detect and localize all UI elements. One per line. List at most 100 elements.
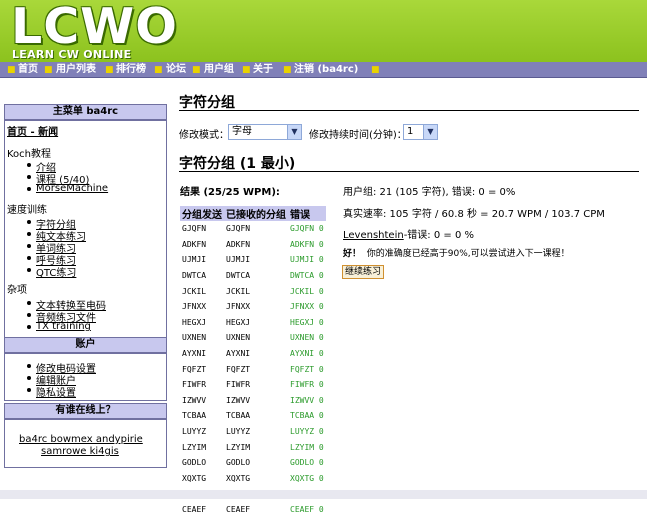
menu-item-forum[interactable]: 论坛 bbox=[166, 62, 186, 77]
bullet bbox=[27, 388, 31, 392]
table-row: UJMJI UJMJI UJMJI 0 bbox=[180, 252, 326, 268]
table-row: FIWFR FIWFR FIWFR 0 bbox=[180, 377, 326, 393]
chevron-down-icon: ▼ bbox=[423, 125, 437, 139]
account-title: 账户 bbox=[4, 337, 167, 353]
online-users-line1[interactable]: ba4rc bowmex andypirie bbox=[19, 434, 143, 445]
table-row: LUYYZ LUYYZ LUYYZ 0 bbox=[180, 424, 326, 440]
cell-sent: LUYYZ bbox=[182, 427, 207, 437]
menu-item-logout[interactable]: 注销 (ba4rc) bbox=[294, 62, 358, 77]
cell-received: FIWFR bbox=[226, 380, 251, 390]
table-row: ADKFN ADKFN ADKFN 0 bbox=[180, 237, 326, 253]
cell-sent: AYXNI bbox=[182, 349, 207, 359]
cell-sent: ADKFN bbox=[182, 239, 207, 249]
cell-received: TCBAA bbox=[226, 411, 251, 421]
sidebar-item-home-news[interactable]: 首页 - 新闻 bbox=[7, 123, 58, 138]
mode-label: 修改模式： bbox=[179, 130, 229, 141]
site-tagline: LEARN CW ONLINE bbox=[12, 48, 132, 61]
cell-received: FQFZT bbox=[226, 364, 251, 374]
sidebar-item-qtc[interactable]: QTC练习 bbox=[36, 264, 76, 279]
mode-select-value: 字母 bbox=[232, 126, 252, 137]
title-rule bbox=[179, 110, 639, 111]
table-row: GJQFN GJQFN GJQFN 0 bbox=[180, 221, 326, 237]
menu-item-home[interactable]: 首页 bbox=[18, 62, 38, 77]
cell-received: JFNXX bbox=[226, 302, 251, 312]
duration-select[interactable]: 1 ▼ bbox=[403, 124, 438, 140]
account-item-privacy[interactable]: 隐私设置 bbox=[36, 384, 76, 399]
koch-heading: Koch教程 bbox=[7, 149, 52, 160]
table-row: GODLO GODLO GODLO 0 bbox=[180, 455, 326, 471]
menu-item-about[interactable]: 关于 bbox=[253, 62, 273, 77]
cell-errors: JCKIL 0 bbox=[290, 286, 324, 296]
bullet bbox=[27, 163, 31, 167]
cell-sent: GODLO bbox=[182, 458, 207, 468]
cell-sent: GJQFN bbox=[182, 224, 207, 234]
cell-received: GODLO bbox=[226, 458, 251, 468]
menu-separator: ■ bbox=[154, 65, 163, 75]
levenshtein-value: -错误: 0 = 0 % bbox=[403, 230, 475, 241]
online-users-line2[interactable]: samrowe ki4gis bbox=[41, 446, 119, 457]
table-row: XQXTG XQXTG XQXTG 0 bbox=[180, 471, 326, 487]
continue-button[interactable]: 继续练习 bbox=[342, 265, 385, 279]
bullet bbox=[27, 232, 31, 236]
speed-stat: 真实速率: 105 字符 / 60.8 秒 = 20.7 WPM / 103.7… bbox=[343, 209, 605, 220]
cell-sent: HEGXJ bbox=[182, 317, 207, 327]
table-row: UXNEN UXNEN UXNEN 0 bbox=[180, 330, 326, 346]
table-row: AYXNI AYXNI AYXNI 0 bbox=[180, 346, 326, 362]
results-table: 分组发送 已接收的分组 错误 GJQFN GJQFN GJQFN 0 ADKFN ADK… bbox=[180, 206, 326, 517]
table-row: DWTCA DWTCA DWTCA 0 bbox=[180, 268, 326, 284]
page-title: 字符分组 bbox=[179, 95, 235, 111]
menu-item-usergroup[interactable]: 用户组 bbox=[204, 62, 234, 77]
cell-errors: UJMJI 0 bbox=[290, 255, 324, 265]
bullet bbox=[27, 313, 31, 317]
bullet bbox=[27, 187, 31, 191]
cell-sent: UXNEN bbox=[182, 333, 207, 343]
menu-item-userlist[interactable]: 用户列表 bbox=[56, 62, 96, 77]
cell-sent: TCBAA bbox=[182, 411, 207, 421]
cell-sent: FQFZT bbox=[182, 364, 207, 374]
cell-errors: TCBAA 0 bbox=[290, 411, 324, 421]
cell-received: CEAEF bbox=[226, 504, 251, 514]
cell-received: JCKIL bbox=[226, 286, 251, 296]
main-menu-box: 首页 - 新闻 Koch教程 介绍 课程 (5/40) MorseMachine… bbox=[4, 120, 167, 338]
section-rule bbox=[179, 171, 639, 172]
cell-errors: UXNEN 0 bbox=[290, 333, 324, 343]
cell-errors: IZWVV 0 bbox=[290, 395, 324, 405]
cell-errors: ADKFN 0 bbox=[290, 239, 324, 249]
table-row: IZWVV IZWVV IZWVV 0 bbox=[180, 393, 326, 409]
speed-heading: 速度训练 bbox=[7, 205, 47, 216]
site-logo[interactable]: LCWO bbox=[11, 0, 178, 54]
good-text: 你的准确度已经高于90%,可以尝试进入下一课程！ bbox=[366, 249, 570, 259]
cell-received: XQXTG bbox=[226, 473, 251, 483]
cell-received: UXNEN bbox=[226, 333, 251, 343]
bullet bbox=[27, 376, 31, 380]
col-errors: 错误 bbox=[288, 206, 326, 221]
menu-separator: ■ bbox=[371, 65, 380, 75]
good-label: 好！ bbox=[343, 249, 362, 259]
good-message: 好！ 你的准确度已经高于90%,可以尝试进入下一课程！ bbox=[343, 246, 570, 259]
chevron-down-icon: ▼ bbox=[287, 125, 301, 139]
mode-select[interactable]: 字母 ▼ bbox=[228, 124, 302, 140]
sidebar-item-morsemachine[interactable]: MorseMachine bbox=[36, 183, 108, 194]
cell-errors: XQXTG 0 bbox=[290, 473, 324, 483]
cell-errors: JFNXX 0 bbox=[290, 302, 324, 312]
cell-sent: DWTCA bbox=[182, 271, 207, 281]
cell-received: LUYYZ bbox=[226, 427, 251, 437]
sidebar-item-tx-training[interactable]: TX training bbox=[36, 321, 91, 332]
menu-item-ranking[interactable]: 排行榜 bbox=[116, 62, 146, 77]
results-body: GJQFN GJQFN GJQFN 0 ADKFN ADKFN ADKFN 0 UJMJI U… bbox=[180, 221, 326, 517]
cell-received: AYXNI bbox=[226, 349, 251, 359]
site-header: LCWO LEARN CW ONLINE bbox=[0, 0, 647, 62]
cell-received: LZYIM bbox=[226, 442, 251, 452]
online-title: 有谁在线上？ bbox=[4, 403, 167, 419]
table-row: FQFZT FQFZT FQFZT 0 bbox=[180, 361, 326, 377]
levenshtein-link[interactable]: Levenshtein bbox=[343, 230, 404, 241]
duration-select-value: 1 bbox=[407, 126, 414, 137]
bottom-strip bbox=[0, 490, 647, 499]
main-menu-bar: ■ 首页 ■ 用户列表 ■ 排行榜 ■ 论坛 ■ 用户组 ■ 关于 ■ 注销 (… bbox=[0, 62, 647, 78]
cell-errors: FQFZT 0 bbox=[290, 364, 324, 374]
cell-received: GJQFN bbox=[226, 224, 251, 234]
table-row: HEGXJ HEGXJ HEGXJ 0 bbox=[180, 315, 326, 331]
account-box: 修改电码设置 编辑账户 隐私设置 bbox=[4, 353, 167, 401]
menu-separator: ■ bbox=[44, 65, 53, 75]
cell-sent: XQXTG bbox=[182, 473, 207, 483]
